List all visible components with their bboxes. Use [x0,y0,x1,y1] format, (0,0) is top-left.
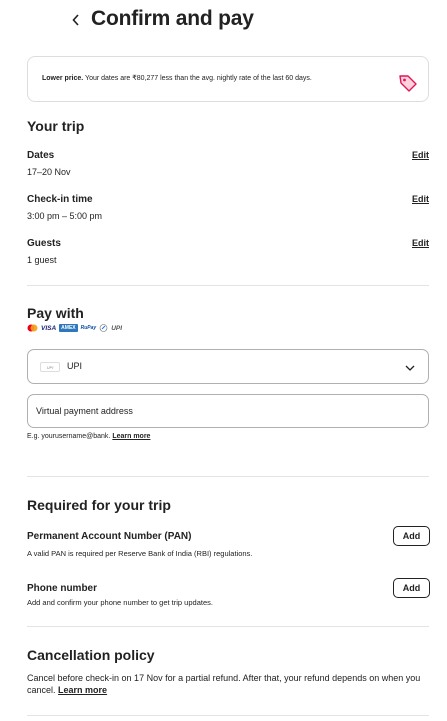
checkin-value: 3:00 pm – 5:00 pm [27,211,103,221]
required-heading: Required for your trip [27,497,171,513]
pan-desc: A valid PAN is required per Reserve Bank… [27,549,253,558]
cancellation-learn-more-link[interactable]: Learn more [58,685,107,695]
edit-checkin-link[interactable]: Edit [412,194,429,204]
dates-value: 17–20 Nov [27,167,71,177]
divider [27,626,429,627]
accepted-cards: VISA AMEX RuPay UPI [27,323,122,333]
pay-app-icon [99,324,108,332]
notice-text: Lower price. Your dates are ₹80,277 less… [42,74,312,82]
chevron-left-icon [72,14,79,26]
page-title: Confirm and pay [91,7,254,30]
visa-icon: VISA [41,324,57,332]
guests-value: 1 guest [27,255,57,265]
phone-desc: Add and confirm your phone number to get… [27,598,213,607]
divider [27,715,429,716]
edit-dates-link[interactable]: Edit [412,150,429,160]
amex-icon: AMEX [59,324,78,332]
upi-icon: UPI [111,324,123,332]
vpa-hint-text: E.g. yourusername@bank. [27,433,111,440]
rupay-icon: RuPay [80,325,97,331]
add-phone-button[interactable]: Add [393,578,430,598]
divider [27,285,429,286]
pan-label: Permanent Account Number (PAN) [27,531,192,542]
payment-method-value: UPI [67,361,83,371]
vpa-hint: E.g. yourusername@bank. Learn more [27,433,150,440]
pay-with-heading: Pay with [27,305,84,321]
lower-price-notice: Lower price. Your dates are ₹80,277 less… [27,56,429,102]
header: Confirm and pay [0,0,447,40]
back-button[interactable] [68,10,84,30]
edit-guests-link[interactable]: Edit [412,238,429,248]
notice-body: Your dates are ₹80,277 less than the avg… [83,75,312,82]
your-trip-heading: Your trip [27,118,85,134]
phone-label: Phone number [27,583,98,594]
checkin-label: Check-in time [27,194,93,205]
mastercard-icon [27,324,38,332]
cancellation-heading: Cancellation policy [27,647,155,663]
vpa-learn-more-link[interactable]: Learn more [112,433,150,440]
divider [27,476,429,477]
add-pan-button[interactable]: Add [393,526,430,546]
vpa-input[interactable] [27,394,429,428]
upi-logo-icon: UPI [40,362,60,372]
notice-bold: Lower price. [42,75,84,82]
cancellation-text: Cancel before check-in on 17 Nov for a p… [27,672,427,696]
payment-method-select[interactable]: UPI UPI [27,349,429,384]
price-tag-icon [399,75,417,92]
guests-label: Guests [27,238,61,249]
dates-label: Dates [27,150,55,161]
chevron-down-icon [405,365,415,371]
